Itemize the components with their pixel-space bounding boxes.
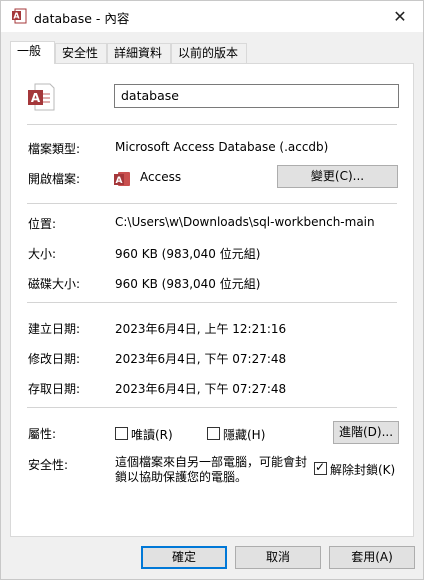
general-panel: A database 檔案類型: Microsoft Access Databa… xyxy=(10,63,414,537)
attributes-label: 屬性: xyxy=(28,427,57,441)
unblock-label: 解除封鎖(K) xyxy=(330,463,396,477)
accessed-value: 2023年6月4日, 下午 07:27:48 xyxy=(115,382,287,396)
cancel-button[interactable]: 取消 xyxy=(235,546,321,569)
file-type-value: Microsoft Access Database (.accdb) xyxy=(115,140,329,154)
close-button[interactable]: ✕ xyxy=(377,1,423,32)
opens-with-value: Access xyxy=(140,170,182,184)
apply-button[interactable]: 套用(A) xyxy=(329,546,415,569)
created-value: 2023年6月4日, 上午 12:21:16 xyxy=(115,322,287,336)
modified-label: 修改日期: xyxy=(28,352,81,366)
properties-dialog: A database - 內容 ✕ 一般 安全性 詳細資料 以前的版本 A da… xyxy=(0,0,424,580)
accessed-label: 存取日期: xyxy=(28,382,81,396)
location-label: 位置: xyxy=(28,217,57,231)
size-on-disk-label: 磁碟大小: xyxy=(28,277,81,291)
security-label: 安全性: xyxy=(28,458,69,472)
change-button[interactable]: 變更(C)... xyxy=(277,165,398,188)
file-name-input[interactable]: database xyxy=(114,84,399,108)
svg-text:A: A xyxy=(13,12,20,21)
divider xyxy=(27,203,397,204)
hidden-label: 隱藏(H) xyxy=(223,428,266,442)
divider xyxy=(27,124,397,125)
created-label: 建立日期: xyxy=(28,322,81,336)
access-app-icon: A xyxy=(114,172,130,186)
size-label: 大小: xyxy=(28,247,57,261)
location-value: C:\Users\w\Downloads\sql-workbench-main xyxy=(115,215,375,229)
close-icon: ✕ xyxy=(393,7,407,26)
unblock-checkbox[interactable] xyxy=(314,460,327,475)
size-value: 960 KB (983,040 位元組) xyxy=(115,247,261,261)
advanced-button[interactable]: 進階(D)... xyxy=(333,421,399,444)
window-title: database - 內容 xyxy=(34,11,130,26)
ok-button[interactable]: 確定 xyxy=(141,546,227,569)
title-bar: A database - 內容 ✕ xyxy=(1,1,423,32)
access-database-icon: A xyxy=(28,83,55,111)
tab-security[interactable]: 安全性 xyxy=(55,43,107,63)
svg-text:A: A xyxy=(31,91,41,105)
svg-text:A: A xyxy=(116,176,123,186)
opens-with-label: 開啟檔案: xyxy=(28,172,81,186)
security-warning-text: 這個檔案來自另一部電腦，可能會封鎖以協助保護您的電腦。 xyxy=(115,455,308,484)
file-type-label: 檔案類型: xyxy=(28,142,81,156)
tab-general[interactable]: 一般 xyxy=(10,41,55,64)
readonly-checkbox[interactable] xyxy=(115,427,128,440)
divider xyxy=(27,302,397,303)
divider xyxy=(27,407,397,408)
tab-previous-versions[interactable]: 以前的版本 xyxy=(171,43,247,63)
access-file-icon: A xyxy=(12,8,27,24)
tab-details[interactable]: 詳細資料 xyxy=(107,43,171,63)
size-on-disk-value: 960 KB (983,040 位元組) xyxy=(115,277,261,291)
modified-value: 2023年6月4日, 下午 07:27:48 xyxy=(115,352,287,366)
hidden-checkbox[interactable] xyxy=(207,427,220,440)
readonly-label: 唯讀(R) xyxy=(131,428,173,442)
